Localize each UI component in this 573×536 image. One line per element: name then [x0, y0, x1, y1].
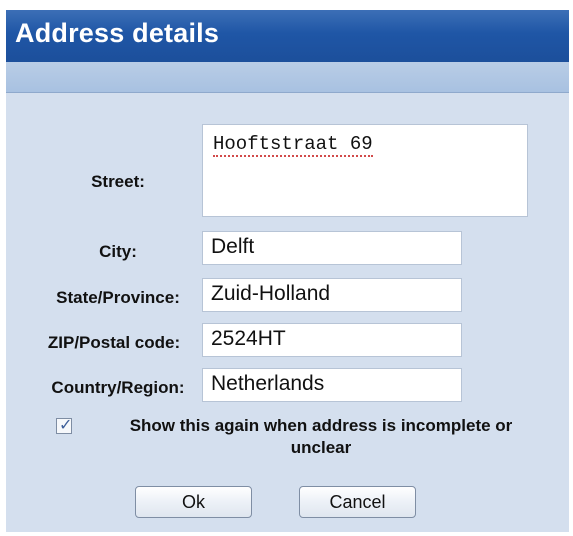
show-again-label-line2: unclear	[290, 438, 352, 457]
header-strip	[6, 62, 569, 93]
checkmark-icon: ✓	[59, 415, 73, 434]
title-bar: Address details	[6, 10, 569, 62]
ok-button[interactable]: Ok	[135, 486, 252, 518]
country-region-field[interactable]: Netherlands	[202, 368, 462, 402]
cancel-button[interactable]: Cancel	[299, 486, 416, 518]
show-again-checkbox[interactable]: ✓	[56, 415, 73, 434]
street-label: Street:	[91, 172, 145, 191]
address-details-dialog: Address details Street: Hooftstraat 69 C…	[6, 10, 569, 532]
street-field[interactable]: Hooftstraat 69	[202, 124, 528, 217]
city-label: City:	[99, 242, 137, 261]
state-province-label: State/Province:	[56, 288, 180, 307]
show-again-label[interactable]: Show this again when address is incomple…	[82, 415, 560, 459]
zip-postal-code-field[interactable]: 2524HT	[202, 323, 462, 357]
show-again-label-line1: Show this again when address is incomple…	[129, 416, 513, 435]
state-province-field[interactable]: Zuid-Holland	[202, 278, 462, 312]
country-region-label: Country/Region:	[51, 378, 185, 397]
city-field[interactable]: Delft	[202, 231, 462, 265]
street-value: Hooftstraat 69	[213, 133, 373, 157]
zip-postal-code-label: ZIP/Postal code:	[47, 333, 181, 352]
dialog-title: Address details	[15, 18, 220, 48]
